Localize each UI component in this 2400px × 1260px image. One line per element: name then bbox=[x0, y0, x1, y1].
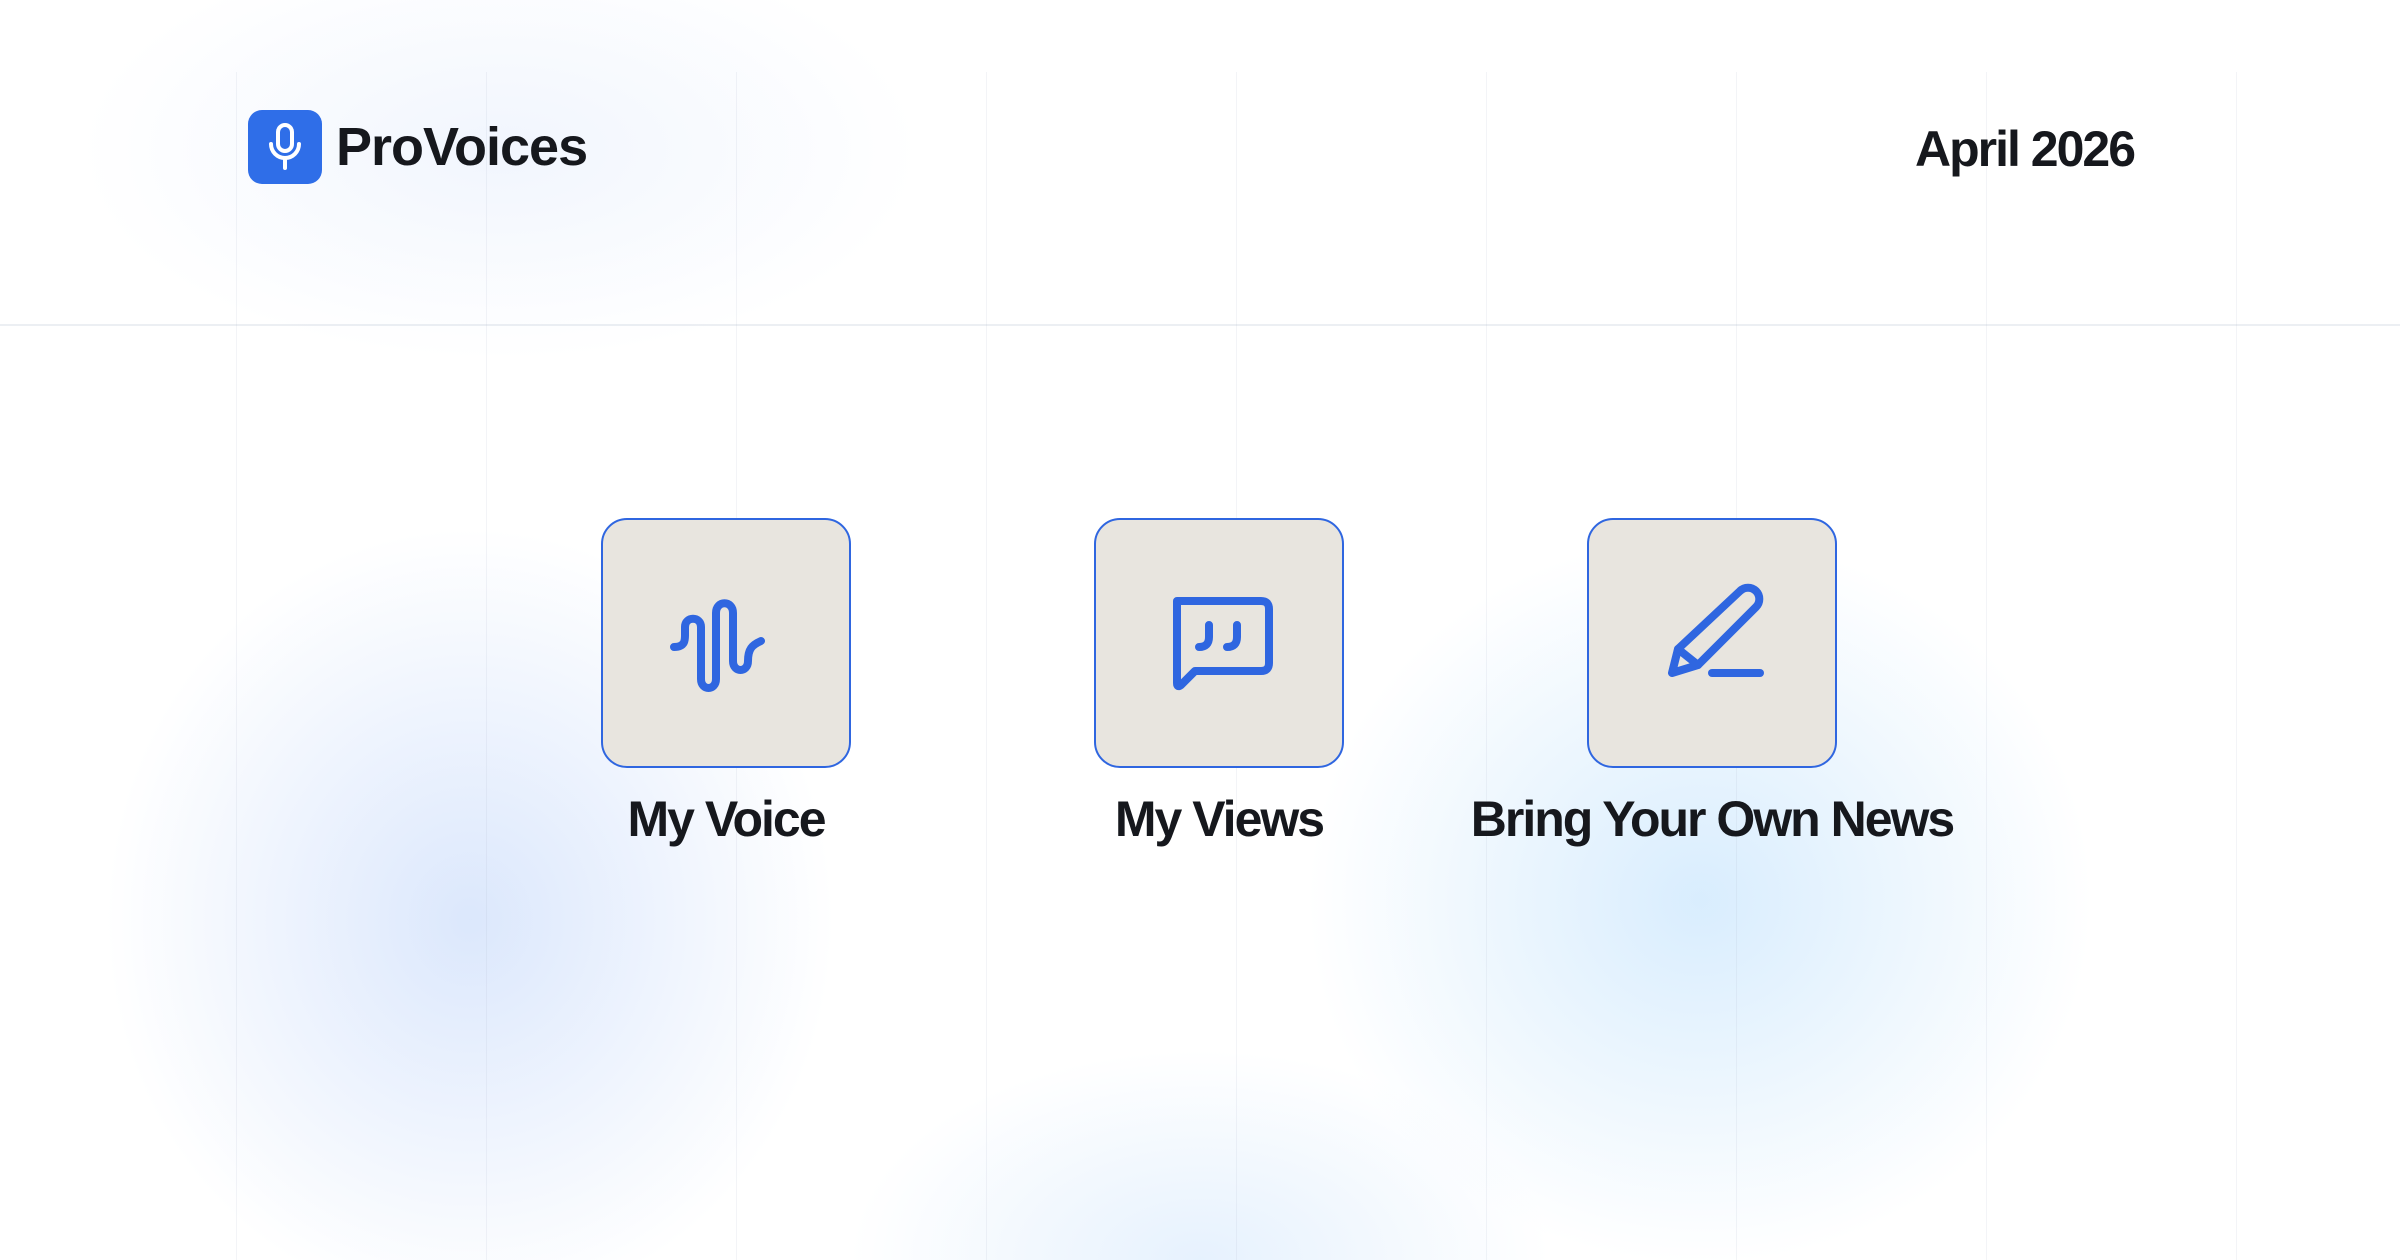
feature-list: My Voice My Views Bring Your Own News bbox=[0, 518, 2400, 858]
feature-card-my-voice[interactable]: My Voice bbox=[476, 518, 976, 848]
feature-tile-my-voice[interactable] bbox=[601, 518, 851, 768]
waveform-icon bbox=[670, 599, 765, 692]
date-label: April 2026 bbox=[1914, 121, 2136, 177]
feature-tile-my-views[interactable] bbox=[1094, 518, 1344, 768]
feature-tile-bring-your-own-news[interactable] bbox=[1587, 518, 1837, 768]
brand[interactable]: ProVoices bbox=[248, 110, 588, 184]
microphone-icon bbox=[248, 110, 322, 184]
brand-name: ProVoices bbox=[336, 117, 588, 177]
quote-chat-icon bbox=[1173, 597, 1273, 691]
feature-label: My Voice bbox=[627, 791, 826, 847]
feature-label: My Views bbox=[1114, 791, 1325, 847]
header-divider bbox=[0, 324, 2400, 326]
feature-card-bring-your-own-news[interactable]: Bring Your Own News bbox=[1462, 518, 1962, 848]
feature-card-my-views[interactable]: My Views bbox=[969, 518, 1469, 848]
pencil-icon bbox=[1668, 583, 1764, 677]
feature-label: Bring Your Own News bbox=[1470, 791, 1955, 847]
